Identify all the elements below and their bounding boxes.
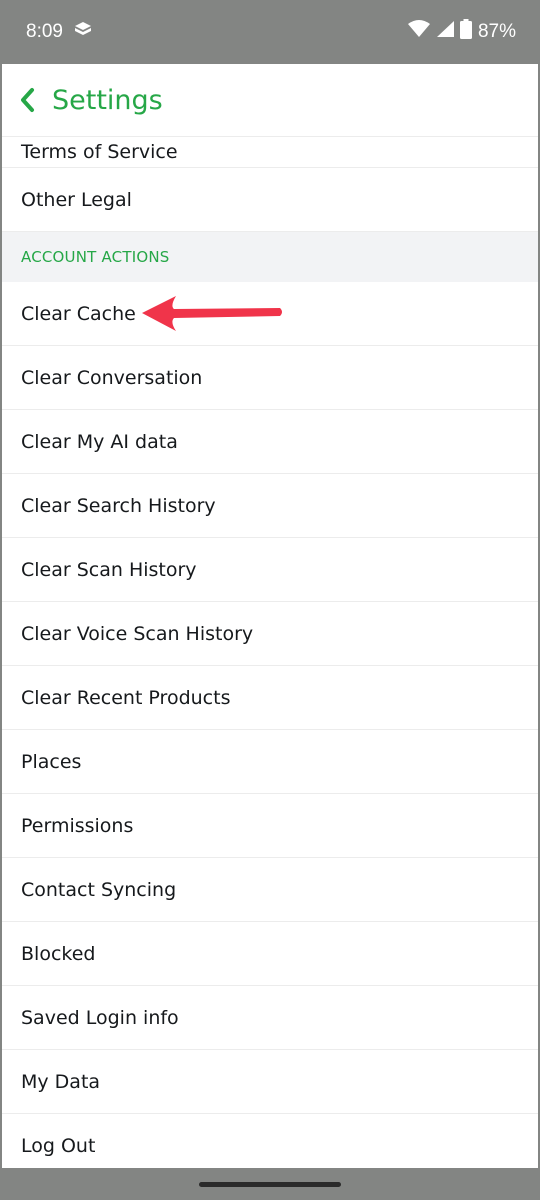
list-item-clear-scan-history[interactable]: Clear Scan History [2, 538, 538, 602]
list-item-clear-recent-products[interactable]: Clear Recent Products [2, 666, 538, 730]
signal-icon [436, 20, 454, 44]
list-item-clear-conversation[interactable]: Clear Conversation [2, 346, 538, 410]
settings-screen: Settings Terms of Service Other Legal AC… [2, 64, 538, 1168]
wifi-icon [407, 20, 430, 44]
status-left: 8:09 [26, 21, 93, 43]
settings-list: Terms of Service Other Legal ACCOUNT ACT… [2, 134, 538, 1168]
battery-percent: 87% [477, 21, 516, 42]
list-item-clear-search-history[interactable]: Clear Search History [2, 474, 538, 538]
list-item-blocked[interactable]: Blocked [2, 922, 538, 986]
list-item-terms-of-service[interactable]: Terms of Service [2, 134, 538, 168]
list-item-clear-my-ai-data[interactable]: Clear My AI data [2, 410, 538, 474]
app-header: Settings [2, 64, 538, 137]
red-arrow-icon [142, 296, 282, 331]
list-item-places[interactable]: Places [2, 730, 538, 794]
back-button[interactable] [4, 64, 50, 136]
status-bar: 8:09 87% [0, 0, 540, 64]
list-item-other-legal[interactable]: Other Legal [2, 168, 538, 232]
chevron-left-icon [21, 88, 34, 112]
status-time: 8:09 [26, 21, 63, 42]
notification-icon [73, 21, 93, 43]
section-header-account-actions: ACCOUNT ACTIONS [2, 232, 538, 282]
battery-icon [459, 19, 472, 45]
navigation-bar [0, 1168, 540, 1200]
page-title: Settings [52, 84, 163, 116]
list-item-contact-syncing[interactable]: Contact Syncing [2, 858, 538, 922]
home-handle[interactable] [199, 1181, 341, 1187]
list-item-my-data[interactable]: My Data [2, 1050, 538, 1114]
list-item-clear-voice-scan-history[interactable]: Clear Voice Scan History [2, 602, 538, 666]
list-item-log-out[interactable]: Log Out [2, 1114, 538, 1168]
status-right: 87% [407, 19, 516, 45]
list-item-permissions[interactable]: Permissions [2, 794, 538, 858]
list-item-saved-login-info[interactable]: Saved Login info [2, 986, 538, 1050]
